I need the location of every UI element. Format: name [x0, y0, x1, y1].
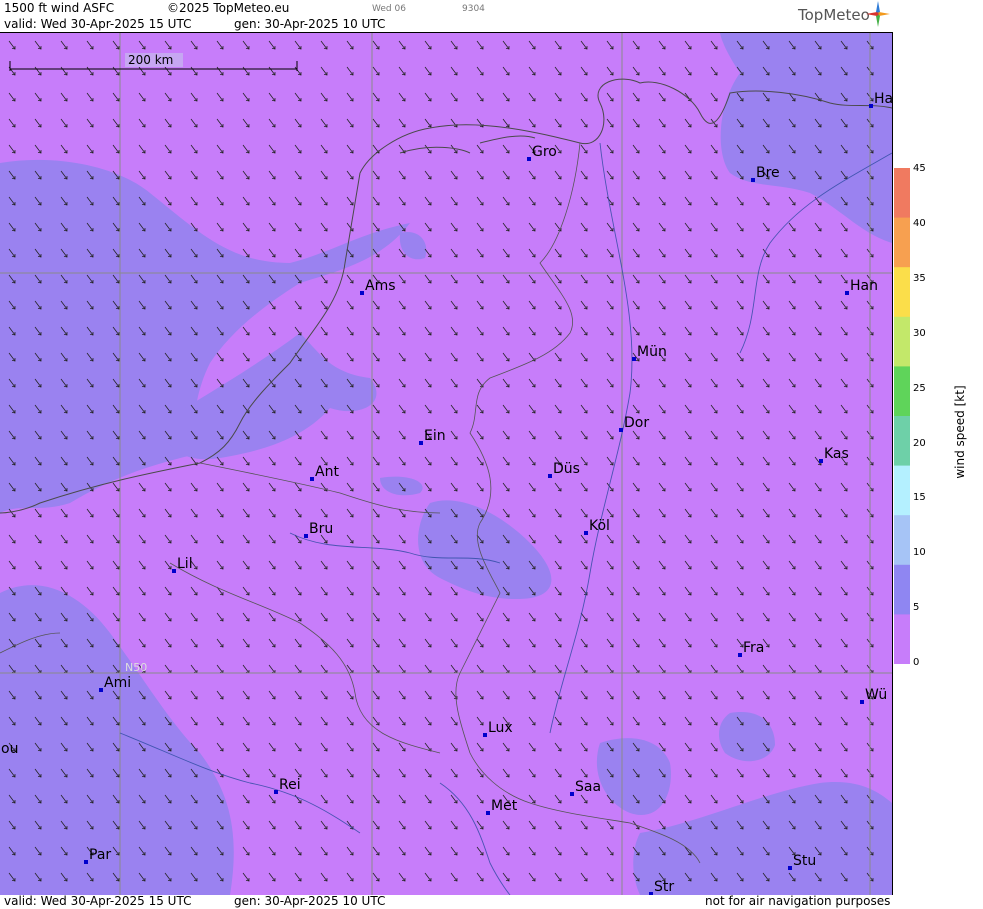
- city-label: Str: [654, 879, 674, 895]
- city-label: Gro: [532, 144, 557, 160]
- city-label: Ams: [365, 278, 396, 294]
- legend-swatch: [894, 316, 910, 367]
- city-marker: [360, 291, 364, 295]
- city-label: Mün: [637, 344, 667, 360]
- city-marker: [632, 357, 636, 361]
- legend-tick-label: 5: [913, 602, 920, 614]
- product-title: 1500 ft wind ASFC: [4, 1, 115, 15]
- city-marker: [486, 811, 490, 815]
- legend-swatch: [894, 217, 910, 268]
- generated-time: gen: 30-Apr-2025 10 UTC: [234, 17, 386, 31]
- city-label: Lil: [177, 556, 193, 572]
- city-label: Wü: [865, 687, 887, 703]
- city-marker: [845, 291, 849, 295]
- latitude-label: N50: [125, 661, 147, 674]
- footer-valid-time: valid: Wed 30-Apr-2025 15 UTC: [4, 894, 192, 908]
- legend-tick-label: 30: [913, 327, 926, 339]
- city-marker: [483, 733, 487, 737]
- legend-swatch: [894, 614, 910, 664]
- valid-time: valid: Wed 30-Apr-2025 15 UTC: [4, 17, 192, 31]
- city-marker: [819, 459, 823, 463]
- scale-label: 200 km: [128, 53, 173, 67]
- header-bar: 1500 ft wind ASFC ©2025 TopMeteo.eu Wed …: [0, 0, 893, 32]
- city-label: Han: [850, 278, 878, 294]
- footer-bar: valid: Wed 30-Apr-2025 15 UTC gen: 30-Ap…: [0, 894, 893, 909]
- wind-speed-legend: [894, 168, 910, 664]
- brand-logo-text: TopMeteo: [798, 6, 870, 24]
- city-marker: [738, 653, 742, 657]
- city-label: Düs: [553, 461, 580, 477]
- legend-title: wind speed [kt]: [953, 385, 967, 479]
- city-label: Ha: [874, 91, 892, 107]
- legend-swatch: [894, 515, 910, 566]
- city-label: Köl: [589, 518, 610, 534]
- legend-tick-label: 10: [913, 547, 926, 559]
- city-label: ou: [1, 741, 18, 757]
- city-marker: [751, 178, 755, 182]
- compass-star-icon: [866, 1, 890, 27]
- footer-disclaimer: not for air navigation purposes: [705, 894, 891, 908]
- wind-map[interactable]: 200 km N50 Ha Gro Bre Ams Han Mün Ein Dor Kas Ant…: [0, 32, 893, 895]
- city-label: Fra: [743, 640, 764, 656]
- legend-tick-label: 40: [913, 217, 926, 229]
- legend-tick-label: 25: [913, 382, 926, 394]
- city-marker: [788, 866, 792, 870]
- city-label: Par: [89, 847, 111, 863]
- legend-tick-label: 45: [913, 163, 926, 174]
- city-label: Ant: [315, 464, 339, 480]
- legend-tick-label: 15: [913, 492, 926, 504]
- city-marker: [619, 428, 623, 432]
- city-marker: [274, 790, 278, 794]
- legend-swatch: [894, 366, 910, 417]
- city-marker: [310, 477, 314, 481]
- city-label: Bru: [309, 521, 333, 537]
- legend-tick-label: 35: [913, 272, 926, 284]
- legend-swatch: [894, 267, 910, 318]
- city-marker: [548, 474, 552, 478]
- legend-swatch: [894, 168, 910, 219]
- city-marker: [584, 531, 588, 535]
- legend-swatch: [894, 564, 910, 615]
- legend-swatch: [894, 416, 910, 467]
- legend-swatch: [894, 465, 910, 516]
- city-label: Kas: [824, 446, 849, 462]
- day-code: Wed 06: [372, 4, 406, 14]
- wind-map-canvas: 200 km N50 Ha Gro Bre Ams Han Mün Ein Dor Kas Ant…: [0, 33, 892, 895]
- city-label: Saa: [575, 779, 601, 795]
- city-label: Ami: [104, 675, 131, 691]
- legend-tick-label: 0: [913, 657, 920, 669]
- city-marker: [304, 534, 308, 538]
- city-marker: [172, 569, 176, 573]
- city-marker: [419, 441, 423, 445]
- city-label: Ein: [424, 428, 446, 444]
- city-label: Met: [491, 798, 518, 814]
- footer-generated-time: gen: 30-Apr-2025 10 UTC: [234, 894, 386, 908]
- city-label: Bre: [756, 165, 780, 181]
- city-label: Lux: [488, 720, 513, 736]
- city-label: Rei: [279, 777, 301, 793]
- wind-arrows: [0, 33, 892, 895]
- city-marker: [869, 104, 873, 108]
- city-marker: [570, 792, 574, 796]
- run-code: 9304: [462, 4, 485, 14]
- legend-tick-label: 20: [913, 437, 926, 449]
- city-marker: [860, 700, 864, 704]
- city-label: Dor: [624, 415, 649, 431]
- city-marker: [527, 157, 531, 161]
- city-marker: [84, 860, 88, 864]
- city-label: Stu: [793, 853, 816, 869]
- city-marker: [99, 688, 103, 692]
- copyright-text: ©2025 TopMeteo.eu: [167, 1, 290, 15]
